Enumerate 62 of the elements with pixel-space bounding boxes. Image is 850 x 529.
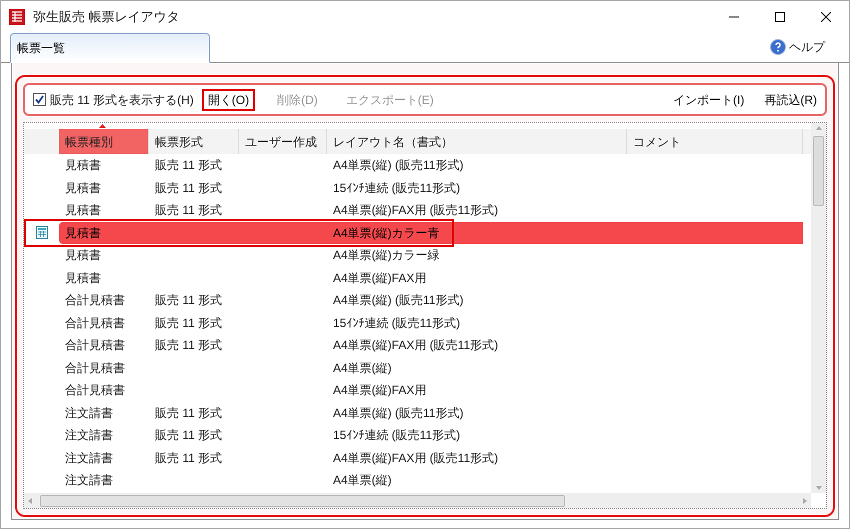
scroll-down-icon bbox=[816, 486, 822, 490]
table-cell: 見積書 bbox=[65, 226, 101, 240]
table-cell: A4単票(縦) bbox=[333, 473, 392, 488]
table-cell: 見積書 bbox=[65, 248, 101, 262]
table-icon bbox=[36, 226, 48, 240]
table-cell: 合計見積書 bbox=[65, 383, 125, 398]
table-cell: A4単票(縦)カラー緑 bbox=[333, 248, 440, 262]
help-button[interactable]: ヘルプ bbox=[770, 38, 825, 56]
scroll-thumb[interactable] bbox=[40, 494, 565, 506]
table-cell: 販売 11 形式 bbox=[155, 450, 222, 465]
show-format-checkbox[interactable]: 販売 11 形式を表示する(H) bbox=[33, 90, 194, 108]
vertical-scrollbar[interactable] bbox=[811, 123, 826, 493]
table-cell: 販売 11 形式 bbox=[155, 338, 222, 352]
table-cell: A4単票(縦) (販売11形式) bbox=[333, 158, 464, 172]
table-cell: 合計見積書 bbox=[65, 360, 125, 375]
table-cell: A4単票(縦)カラー青 bbox=[333, 226, 440, 240]
sort-arrow-icon bbox=[99, 124, 106, 128]
table-cell: 合計見積書 bbox=[65, 338, 125, 352]
toolbar-button[interactable]: 開く(O) bbox=[202, 88, 256, 110]
table-cell: A4単票(縦) (販売11形式) bbox=[333, 406, 464, 420]
table-cell: A4単票(縦)FAX用 bbox=[333, 270, 426, 285]
app-icon bbox=[9, 9, 25, 25]
scroll-up-icon bbox=[816, 126, 822, 130]
scroll-left-icon bbox=[28, 498, 32, 504]
maximize-icon bbox=[775, 12, 785, 22]
table-cell: 合計見積書 bbox=[65, 293, 125, 308]
table-cell: 15ｲﾝﾁ連続 (販売11形式) bbox=[333, 316, 460, 330]
table-cell: 15ｲﾝﾁ連続 (販売11形式) bbox=[333, 180, 460, 195]
close-icon bbox=[821, 12, 831, 22]
toolbar-button[interactable]: インポート(I) bbox=[673, 90, 744, 108]
horizontal-scrollbar[interactable] bbox=[24, 493, 811, 508]
table-cell: 販売 11 形式 bbox=[155, 180, 222, 195]
scroll-thumb[interactable] bbox=[813, 136, 824, 206]
selected-row[interactable]: 見積書 A4単票(縦)カラー青 bbox=[59, 222, 803, 244]
table-cell: 見積書 bbox=[65, 270, 101, 285]
table-cell: 販売 11 形式 bbox=[155, 406, 222, 420]
table-cell: 見積書 bbox=[65, 203, 101, 218]
table-cell: 販売 11 形式 bbox=[155, 158, 222, 172]
table-cell: 注文請書 bbox=[65, 406, 113, 420]
table-cell: 販売 11 形式 bbox=[155, 428, 222, 442]
table-cell: 注文請書 bbox=[65, 428, 113, 442]
table-cell: A4単票(縦) (販売11形式) bbox=[333, 293, 464, 308]
table-cell: A4単票(縦) bbox=[333, 360, 392, 375]
table-cell: 注文請書 bbox=[65, 450, 113, 465]
scroll-right-icon bbox=[803, 498, 807, 504]
table-cell: 販売 11 形式 bbox=[155, 316, 222, 330]
table-cell: A4単票(縦)FAX用 (販売11形式) bbox=[333, 450, 498, 465]
check-icon bbox=[35, 95, 44, 104]
table-cell: 販売 11 形式 bbox=[155, 203, 222, 218]
table-cell: A4単票(縦)FAX用 (販売11形式) bbox=[333, 203, 498, 218]
window-title: 弥生販売 帳票レイアウタ bbox=[33, 8, 180, 26]
table-cell: 販売 11 形式 bbox=[155, 293, 222, 308]
help-icon bbox=[770, 39, 786, 55]
table-cell: 注文請書 bbox=[65, 473, 113, 488]
tab[interactable]: 帳票一覧 bbox=[10, 33, 210, 63]
toolbar-button[interactable]: 再読込(R) bbox=[764, 90, 817, 108]
table-cell: A4単票(縦)FAX用 (販売11形式) bbox=[333, 338, 498, 352]
table-cell: 見積書 bbox=[65, 158, 101, 172]
table-cell: 15ｲﾝﾁ連続 (販売11形式) bbox=[333, 428, 460, 442]
table-cell: 見積書 bbox=[65, 180, 101, 195]
table-cell: 合計見積書 bbox=[65, 316, 125, 330]
table-cell: A4単票(縦)FAX用 bbox=[333, 383, 426, 398]
